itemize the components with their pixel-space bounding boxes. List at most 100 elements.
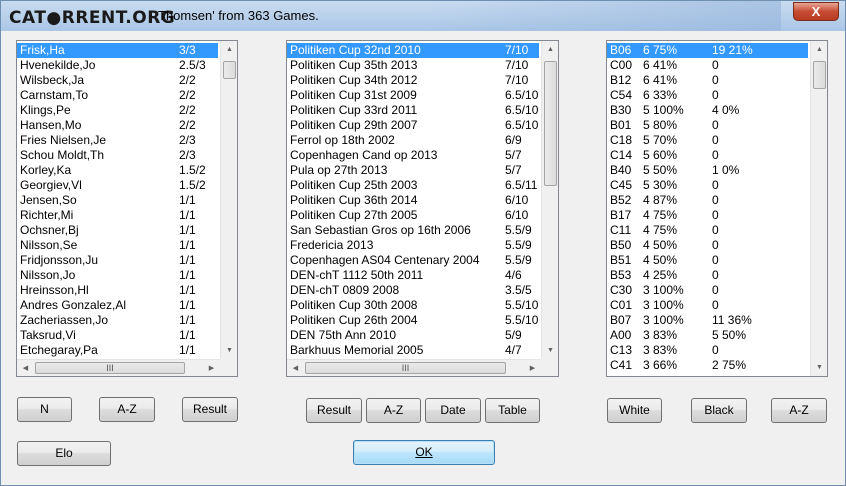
list-item[interactable]: Ochsner,Bj 1/1 xyxy=(17,223,218,238)
list-item[interactable]: C18 5 70% 0 xyxy=(607,133,808,148)
list-item[interactable]: Politiken Cup 27th 2005 6/10 xyxy=(287,208,539,223)
horizontal-scrollbar[interactable]: ◀ III ▶ xyxy=(287,359,541,376)
sort-n-button[interactable]: N xyxy=(17,397,72,422)
scroll-left-icon[interactable]: ◀ xyxy=(17,360,34,376)
scroll-left-icon[interactable]: ◀ xyxy=(287,360,304,376)
sort-date-button[interactable]: Date xyxy=(425,398,481,423)
list-item[interactable]: Korley,Ka 1.5/2 xyxy=(17,163,218,178)
horizontal-scrollbar[interactable]: ◀ III ▶ xyxy=(17,359,220,376)
list-item[interactable]: Nilsson,Se 1/1 xyxy=(17,238,218,253)
scroll-down-icon[interactable]: ▼ xyxy=(542,342,558,359)
scroll-up-icon[interactable]: ▲ xyxy=(542,41,558,58)
list-item[interactable]: Jensen,So 1/1 xyxy=(17,193,218,208)
list-item[interactable]: Zacheriassen,Jo 1/1 xyxy=(17,313,218,328)
list-item[interactable]: Copenhagen Cand op 2013 5/7 xyxy=(287,148,539,163)
list-item[interactable]: Fridjonsson,Ju 1/1 xyxy=(17,253,218,268)
list-item[interactable]: B30 5 100% 4 0% xyxy=(607,103,808,118)
list-item[interactable]: C30 3 100% 0 xyxy=(607,283,808,298)
list-item[interactable]: Richter,Mi 1/1 xyxy=(17,208,218,223)
list-item[interactable]: Politiken Cup 36th 2014 6/10 xyxy=(287,193,539,208)
list-item[interactable]: Politiken Cup 35th 2013 7/10 xyxy=(287,58,539,73)
list-item[interactable]: Hansen,Mo 2/2 xyxy=(17,118,218,133)
sort-az-tournaments-button[interactable]: A-Z xyxy=(366,398,421,423)
scroll-right-icon[interactable]: ▶ xyxy=(203,360,220,376)
scroll-thumb[interactable] xyxy=(223,61,236,79)
close-button[interactable]: X xyxy=(793,2,839,21)
sort-elo-button[interactable]: Elo xyxy=(17,441,111,466)
list-item[interactable]: B06 6 75% 19 21% xyxy=(607,43,808,58)
list-item[interactable]: B17 4 75% 0 xyxy=(607,208,808,223)
list-item[interactable]: Carnstam,To 2/2 xyxy=(17,88,218,103)
list-item[interactable]: Politiken Cup 25th 2003 6.5/11 xyxy=(287,178,539,193)
list-item[interactable]: Fries Nielsen,Je 2/3 xyxy=(17,133,218,148)
sort-result-players-button[interactable]: Result xyxy=(182,397,238,422)
sort-table-button[interactable]: Table xyxy=(485,398,540,423)
list-item[interactable]: C00 6 41% 0 xyxy=(607,58,808,73)
scroll-thumb[interactable] xyxy=(813,61,826,89)
ok-button[interactable]: OK xyxy=(353,440,495,465)
list-item[interactable]: DEN-chT 0809 2008 3.5/5 xyxy=(287,283,539,298)
list-item[interactable]: Politiken Cup 31st 2009 6.5/10 xyxy=(287,88,539,103)
vertical-scrollbar[interactable]: ▲ ▼ xyxy=(541,41,558,359)
list-item[interactable]: B52 4 87% 0 xyxy=(607,193,808,208)
list-item[interactable]: Politiken Cup 32nd 2010 7/10 xyxy=(287,43,539,58)
list-item[interactable]: Schou Moldt,Th 2/3 xyxy=(17,148,218,163)
list-item[interactable]: Andres Gonzalez,Al 1/1 xyxy=(17,298,218,313)
scroll-thumb-horizontal[interactable]: III xyxy=(305,362,506,374)
list-item[interactable]: B01 5 80% 0 xyxy=(607,118,808,133)
scroll-thumb[interactable] xyxy=(544,61,557,186)
scroll-up-icon[interactable]: ▲ xyxy=(811,41,827,58)
scroll-down-icon[interactable]: ▼ xyxy=(221,342,237,359)
white-button[interactable]: White xyxy=(607,398,662,423)
list-item[interactable]: Politiken Cup 33rd 2011 6.5/10 xyxy=(287,103,539,118)
list-item[interactable]: Georgiev,Vl 1.5/2 xyxy=(17,178,218,193)
list-item[interactable]: Nilsson,Jo 1/1 xyxy=(17,268,218,283)
list-item[interactable]: C45 5 30% 0 xyxy=(607,178,808,193)
list-item[interactable]: Barkhuus Memorial 2005 4/7 xyxy=(287,343,539,358)
vertical-scrollbar[interactable]: ▲ ▼ xyxy=(220,41,237,359)
list-item[interactable]: C54 6 33% 0 xyxy=(607,88,808,103)
list-item[interactable]: B53 4 25% 0 xyxy=(607,268,808,283)
list-item[interactable]: Klings,Pe 2/2 xyxy=(17,103,218,118)
list-item[interactable]: DEN-chT 1112 50th 2011 4/6 xyxy=(287,268,539,283)
list-item[interactable]: Hreinsson,Hl 1/1 xyxy=(17,283,218,298)
list-item[interactable]: B07 3 100% 11 36% xyxy=(607,313,808,328)
list-item[interactable]: Ferrol op 18th 2002 6/9 xyxy=(287,133,539,148)
list-item[interactable]: Politiken Cup 26th 2004 5.5/10 xyxy=(287,313,539,328)
list-item[interactable]: Fredericia 2013 5.5/9 xyxy=(287,238,539,253)
sort-az-players-button[interactable]: A-Z xyxy=(99,397,155,422)
list-item[interactable]: Etchegaray,Pa 1/1 xyxy=(17,343,218,358)
list-item[interactable]: B50 4 50% 0 xyxy=(607,238,808,253)
list-item[interactable]: A00 3 83% 5 50% xyxy=(607,328,808,343)
list-item[interactable]: Hvenekilde,Jo 2.5/3 xyxy=(17,58,218,73)
scroll-right-icon[interactable]: ▶ xyxy=(524,360,541,376)
vertical-scrollbar[interactable]: ▲ ▼ xyxy=(810,41,827,376)
list-item[interactable]: San Sebastian Gros op 16th 2006 5.5/9 xyxy=(287,223,539,238)
list-item[interactable]: B51 4 50% 0 xyxy=(607,253,808,268)
sort-az-openings-button[interactable]: A-Z xyxy=(771,398,827,423)
black-button[interactable]: Black xyxy=(691,398,747,423)
list-item[interactable]: Politiken Cup 30th 2008 5.5/10 xyxy=(287,298,539,313)
openings-list[interactable]: B06 6 75% 19 21% C00 6 41% 0 B12 6 41% 0 C54 6 33%… xyxy=(606,40,828,377)
scroll-up-icon[interactable]: ▲ xyxy=(221,41,237,58)
tournaments-list[interactable]: Politiken Cup 32nd 2010 7/10 Politiken Cup… xyxy=(286,40,559,377)
list-item[interactable]: C41 3 66% 2 75% xyxy=(607,358,808,373)
sort-result-tournaments-button[interactable]: Result xyxy=(306,398,362,423)
list-item[interactable]: C14 5 60% 0 xyxy=(607,148,808,163)
list-item[interactable]: B12 6 41% 0 xyxy=(607,73,808,88)
players-list[interactable]: Frisk,Ha 3/3 Hvenekilde,Jo 2.5/3 Wilsbeck,Ja… xyxy=(16,40,238,377)
list-item[interactable]: DEN 75th Ann 2010 5/9 xyxy=(287,328,539,343)
list-item[interactable]: Pula op 27th 2013 5/7 xyxy=(287,163,539,178)
list-item[interactable]: C01 3 100% 0 xyxy=(607,298,808,313)
list-item[interactable]: Politiken Cup 34th 2012 7/10 xyxy=(287,73,539,88)
list-item[interactable]: Copenhagen AS04 Centenary 2004 5.5/9 xyxy=(287,253,539,268)
list-item[interactable]: Politiken Cup 29th 2007 6.5/10 xyxy=(287,118,539,133)
list-item[interactable]: C11 4 75% 0 xyxy=(607,223,808,238)
scroll-thumb-horizontal[interactable]: III xyxy=(35,362,185,374)
list-item[interactable]: C13 3 83% 0 xyxy=(607,343,808,358)
list-item[interactable]: Taksrud,Vi 1/1 xyxy=(17,328,218,343)
list-item[interactable]: B40 5 50% 1 0% xyxy=(607,163,808,178)
list-item[interactable]: Wilsbeck,Ja 2/2 xyxy=(17,73,218,88)
list-item[interactable]: Frisk,Ha 3/3 xyxy=(17,43,218,58)
scroll-down-icon[interactable]: ▼ xyxy=(811,359,827,376)
